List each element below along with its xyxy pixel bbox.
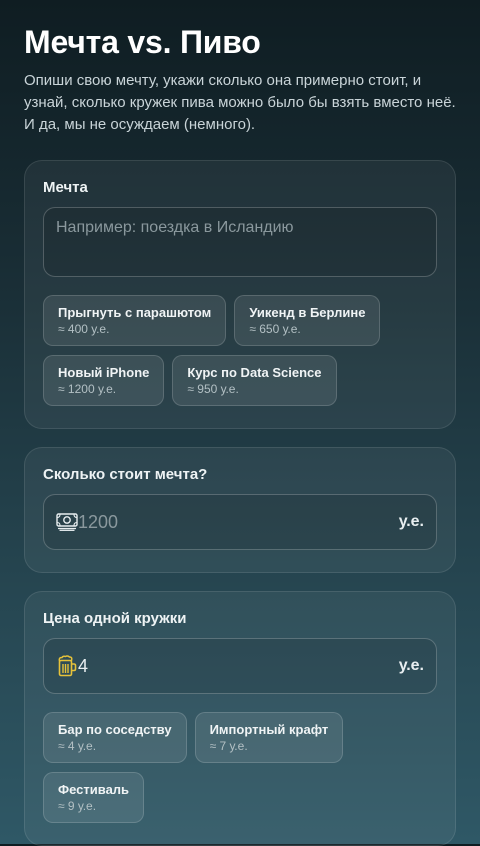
chip-title: Уикенд в Берлине: [249, 305, 366, 320]
dream-label: Мечта: [43, 179, 88, 196]
beer-preset-import-craft[interactable]: Импортный крафт ≈ 7 у.е.: [194, 712, 344, 763]
beer-preset-local-bar[interactable]: Бар по соседству ≈ 4 у.е.: [43, 712, 187, 763]
chip-price: ≈ 950 у.е.: [187, 382, 239, 396]
beer-card: Цена одной кружки у.е. Бар по соседству …: [24, 591, 456, 846]
chip-title: Новый iPhone: [58, 365, 150, 380]
cost-label: Сколько стоит мечта?: [43, 466, 208, 483]
beer-mug-icon: [56, 655, 78, 677]
cost-field: у.е.: [43, 494, 437, 550]
chip-price: ≈ 4 у.е.: [58, 739, 97, 753]
chip-price: ≈ 650 у.е.: [249, 322, 301, 336]
beer-preset-festival[interactable]: Фестиваль ≈ 9 у.е.: [43, 772, 145, 823]
beer-price-input[interactable]: [78, 655, 399, 677]
dream-card: Мечта Прыгнуть с парашютом ≈ 400 у.е. Уи…: [24, 160, 456, 429]
chip-title: Импортный крафт: [209, 722, 329, 737]
beer-presets: Бар по соседству ≈ 4 у.е. Импортный краф…: [43, 712, 437, 823]
chip-title: Фестиваль: [58, 782, 130, 797]
beer-price-field: у.е.: [43, 638, 437, 694]
page-title: Мечта vs. Пиво: [24, 24, 261, 60]
dream-preset-data-science[interactable]: Курс по Data Science ≈ 950 у.е.: [172, 355, 337, 406]
chip-title: Прыгнуть с парашютом: [58, 305, 212, 320]
chip-title: Бар по соседству: [58, 722, 172, 737]
dream-preset-skydiving[interactable]: Прыгнуть с парашютом ≈ 400 у.е.: [43, 295, 227, 346]
cost-input[interactable]: [78, 511, 399, 533]
beer-label: Цена одной кружки: [43, 610, 187, 627]
chip-price: ≈ 400 у.е.: [58, 322, 110, 336]
chip-price: ≈ 1200 у.е.: [58, 382, 117, 396]
intro-text: Опиши свою мечту, укажи сколько она прим…: [24, 72, 456, 133]
chip-price: ≈ 9 у.е.: [58, 799, 97, 813]
dream-input[interactable]: [43, 207, 437, 277]
dream-preset-berlin[interactable]: Уикенд в Берлине ≈ 650 у.е.: [234, 295, 381, 346]
dream-preset-iphone[interactable]: Новый iPhone ≈ 1200 у.е.: [43, 355, 165, 406]
beer-price-unit: у.е.: [398, 657, 424, 674]
chip-price: ≈ 7 у.е.: [209, 739, 248, 753]
dream-presets: Прыгнуть с парашютом ≈ 400 у.е. Уикенд в…: [43, 295, 437, 406]
chip-title: Курс по Data Science: [187, 365, 322, 380]
cost-card: Сколько стоит мечта? у.е.: [24, 447, 456, 573]
cost-unit: у.е.: [398, 513, 424, 530]
money-icon: [56, 511, 78, 533]
page: Мечта vs. Пиво Опиши свою мечту, укажи с…: [0, 0, 480, 846]
